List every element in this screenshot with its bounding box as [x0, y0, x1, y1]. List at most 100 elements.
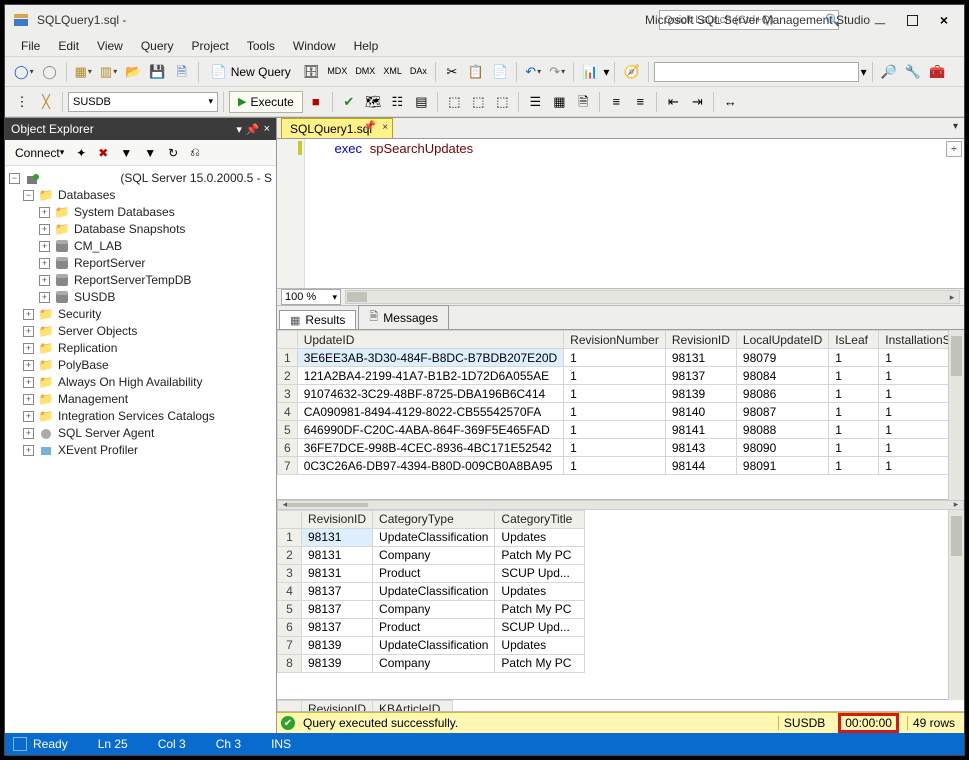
oex-filter-icon[interactable]: ▼ — [116, 145, 136, 161]
system-databases-node[interactable]: +📁System Databases — [7, 204, 274, 221]
menu-help[interactable]: Help — [346, 37, 387, 55]
cut-button[interactable]: ✂ — [441, 61, 463, 83]
solution-explorer-icon[interactable]: 🧭 — [620, 61, 642, 83]
pin-icon[interactable]: 📌 — [246, 123, 260, 136]
tab-close-icon[interactable]: × — [382, 122, 388, 133]
results-grid-1[interactable]: UpdateIDRevisionNumberRevisionIDLocalUpd… — [277, 330, 964, 500]
stop-button[interactable]: ■ — [305, 91, 327, 113]
open-file-button[interactable]: 📂 — [122, 61, 144, 83]
dax-icon[interactable]: DAx — [407, 61, 430, 83]
change-connection-icon[interactable]: ⋮ — [11, 91, 33, 113]
minimize-button[interactable]: _ — [866, 9, 894, 31]
save-button[interactable]: 💾 — [146, 61, 168, 83]
grid1-vscrollbar[interactable] — [948, 330, 964, 500]
object-explorer-tree[interactable]: −(SQL Server 15.0.2000.5 - S −📁Databases… — [5, 166, 276, 733]
serverobjects-node[interactable]: +📁Server Objects — [7, 323, 274, 340]
intellisense-icon[interactable]: ▤ — [410, 91, 432, 113]
copy-button[interactable]: 📋 — [465, 61, 487, 83]
security-node[interactable]: +📁Security — [7, 306, 274, 323]
tab-results[interactable]: ▦Results — [279, 310, 356, 329]
results-grid-3[interactable]: RevisionIDKBArticleID — [277, 700, 964, 712]
editor-hscrollbar[interactable]: ◂▸ — [345, 290, 960, 304]
dbengine-query-icon[interactable]: 🗄 — [300, 61, 323, 83]
indent-more-icon[interactable]: ⇥ — [686, 91, 708, 113]
results-file-icon[interactable]: 🗎 — [572, 91, 594, 113]
menu-project[interactable]: Project — [184, 37, 237, 55]
grid2-vscrollbar[interactable] — [948, 510, 964, 700]
alwayson-node[interactable]: +📁Always On High Availability — [7, 374, 274, 391]
dmx-icon[interactable]: DMX — [352, 61, 378, 83]
connection-icon[interactable]: ╳ — [35, 91, 57, 113]
find-in-files-icon[interactable]: 🔎 — [878, 61, 900, 83]
mdx-icon[interactable]: MDX — [324, 61, 350, 83]
oex-disconnect-icon[interactable]: ✦ — [72, 145, 90, 161]
open-project-button[interactable]: ▥▾ — [97, 61, 120, 83]
query-options-icon[interactable]: ☷ — [386, 91, 408, 113]
oex-filter2-icon[interactable]: ▼ — [140, 145, 160, 161]
panel-menu-icon[interactable]: ▾ — [236, 123, 242, 136]
menu-window[interactable]: Window — [285, 37, 344, 55]
results-grid-2[interactable]: RevisionIDCategoryTypeCategoryTitle19813… — [277, 510, 964, 700]
polybase-node[interactable]: +📁PolyBase — [7, 357, 274, 374]
parse-button[interactable]: ✔ — [338, 91, 360, 113]
execute-button[interactable]: ▶ Execute — [229, 91, 303, 113]
nav-back-button[interactable]: ◯▾ — [11, 61, 37, 83]
grid1-hscrollbar[interactable]: ◂▸ — [277, 500, 964, 510]
snapshots-node[interactable]: +📁Database Snapshots — [7, 221, 274, 238]
new-query-button[interactable]: 📄New Query — [204, 61, 298, 83]
include-plan-icon[interactable]: ⬚ — [443, 91, 465, 113]
reportservertemp-node[interactable]: +ReportServerTempDB — [7, 272, 274, 289]
close-button[interactable]: × — [930, 9, 958, 31]
nav-fwd-button[interactable]: ◯ — [39, 61, 61, 83]
replication-node[interactable]: +📁Replication — [7, 340, 274, 357]
toolbox-icon[interactable]: 🧰 — [926, 61, 948, 83]
live-stats-icon[interactable]: ⬚ — [467, 91, 489, 113]
reportserver-node[interactable]: +ReportServer — [7, 255, 274, 272]
estimated-plan-icon[interactable]: 🗺 — [362, 91, 385, 113]
sql-editor[interactable]: exec spSearchUpdates ÷ — [305, 139, 964, 288]
paste-button[interactable]: 📄 — [489, 61, 511, 83]
server-node[interactable]: −(SQL Server 15.0.2000.5 - S — [7, 170, 274, 187]
tabstrip-dropdown-icon[interactable]: ▾ — [953, 121, 958, 132]
xmla-icon[interactable]: XML — [380, 61, 405, 83]
menu-file[interactable]: File — [13, 37, 48, 55]
results-text-icon[interactable]: ☰ — [524, 91, 546, 113]
tab-messages[interactable]: 🗎Messages — [358, 305, 449, 329]
menu-query[interactable]: Query — [133, 37, 182, 55]
oex-props-icon[interactable]: ⎌ — [186, 144, 204, 161]
comment-icon[interactable]: ≡ — [605, 91, 627, 113]
find-box[interactable] — [654, 62, 859, 82]
zoom-combo[interactable]: 100 %▾ — [281, 289, 341, 305]
specify-values-icon[interactable]: ↔ — [719, 91, 741, 113]
new-item-button[interactable]: ▦▾ — [72, 61, 95, 83]
client-stats-icon[interactable]: ⬚ — [491, 91, 513, 113]
database-combo[interactable]: SUSDB▾ — [68, 92, 218, 112]
databases-node[interactable]: −📁Databases — [7, 187, 274, 204]
oex-stop-icon[interactable]: ✖ — [94, 145, 112, 161]
oex-refresh-icon[interactable]: ↻ — [164, 145, 182, 161]
menu-view[interactable]: View — [89, 37, 131, 55]
activity-monitor-icon[interactable]: 📊 — [579, 61, 601, 83]
susdb-node[interactable]: +SUSDB — [7, 289, 274, 306]
xevent-node[interactable]: +XEvent Profiler — [7, 442, 274, 459]
tab-pin-icon[interactable]: 📌 — [364, 121, 376, 132]
split-icon[interactable]: ÷ — [946, 141, 962, 157]
uncomment-icon[interactable]: ≡ — [629, 91, 651, 113]
tab-sqlquery1[interactable]: SQLQuery1.sql 📌 × — [281, 118, 393, 138]
save-all-button[interactable]: 🗎 — [171, 61, 193, 83]
close-icon[interactable]: × — [264, 123, 270, 136]
management-node[interactable]: +📁Management — [7, 391, 274, 408]
menu-edit[interactable]: Edit — [50, 37, 87, 55]
menu-tools[interactable]: Tools — [239, 37, 283, 55]
am-dd[interactable]: ▾ — [603, 65, 609, 79]
cmlab-node[interactable]: +CM_LAB — [7, 238, 274, 255]
isc-node[interactable]: +📁Integration Services Catalogs — [7, 408, 274, 425]
undo-button[interactable]: ↶▾ — [522, 61, 544, 83]
indent-less-icon[interactable]: ⇤ — [662, 91, 684, 113]
maximize-button[interactable] — [898, 9, 926, 31]
agent-node[interactable]: +SQL Server Agent — [7, 425, 274, 442]
connect-dropdown[interactable]: Connect ▾ — [11, 145, 68, 161]
properties-icon[interactable]: 🔧 — [902, 61, 924, 83]
redo-button[interactable]: ↷▾ — [546, 61, 568, 83]
results-grid-icon[interactable]: ▦ — [548, 91, 570, 113]
